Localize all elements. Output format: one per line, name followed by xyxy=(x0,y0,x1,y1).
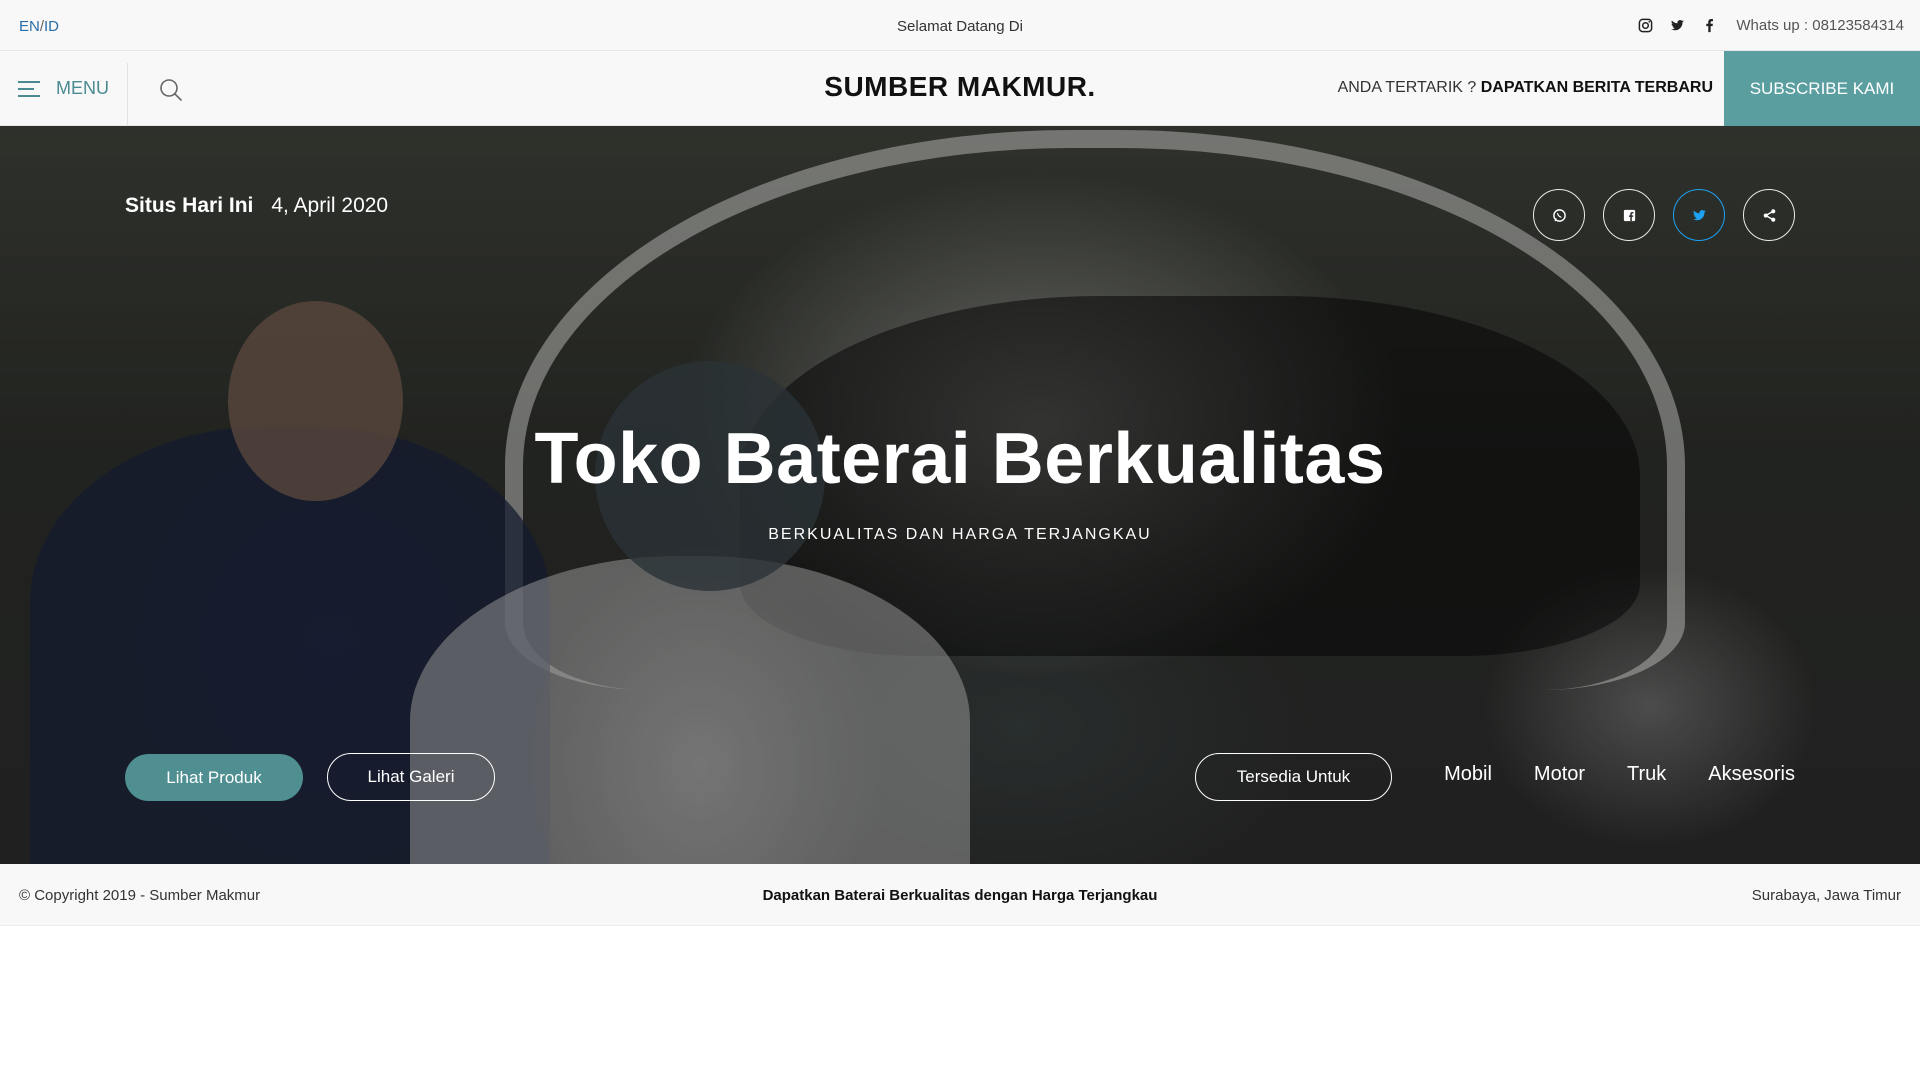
date-value: 4, April 2020 xyxy=(271,194,389,217)
footer-tagline: Dapatkan Baterai Berkualitas dengan Harg… xyxy=(762,887,1158,904)
whatsapp-icon[interactable] xyxy=(1533,189,1585,241)
facebook-icon[interactable] xyxy=(1603,189,1655,241)
newsletter-prompt: ANDA TERTARIK ? DAPATKAN BERITA TERBARU xyxy=(1338,79,1713,97)
newsletter-link[interactable]: DAPATKAN BERITA TERBARU xyxy=(1481,79,1713,96)
facebook-icon[interactable] xyxy=(1700,16,1718,34)
header-divider xyxy=(127,63,128,125)
subscribe-button[interactable]: SUBSCRIBE KAMI xyxy=(1724,51,1920,126)
menu-label: MENU xyxy=(56,78,109,98)
main-header: MENU SUMBER MAKMUR. ANDA TERTARIK ? DAPA… xyxy=(0,51,1920,126)
available-for-button[interactable]: Tersedia Untuk xyxy=(1195,753,1392,801)
welcome-text: Selamat Datang Di xyxy=(897,18,1023,35)
newsletter-prefix: ANDA TERTARIK ? xyxy=(1337,79,1481,96)
category-truk[interactable]: Truk xyxy=(1627,763,1666,786)
top-bar: EN/ID Selamat Datang Di Whats up : 08123… xyxy=(0,0,1920,51)
category-motor[interactable]: Motor xyxy=(1534,763,1585,786)
logo-text[interactable]: SUMBER MAKMUR. xyxy=(824,71,1095,102)
category-links: Mobil Motor Truk Aksesoris xyxy=(1444,763,1795,786)
view-gallery-button[interactable]: Lihat Galeri xyxy=(327,753,495,801)
copyright-text: © Copyright 2019 - Sumber Makmur xyxy=(19,887,261,904)
share-buttons xyxy=(1533,189,1795,241)
social-links: Whats up : 08123584314 xyxy=(1636,16,1904,34)
category-aksesoris[interactable]: Aksesoris xyxy=(1708,763,1795,786)
lang-id-link[interactable]: ID xyxy=(44,18,59,35)
twitter-icon[interactable] xyxy=(1668,16,1686,34)
hero-section: Situs Hari Ini 4, April 2020 Toko Batera… xyxy=(0,126,1920,864)
location-text: Surabaya, Jawa Timur xyxy=(1751,887,1901,904)
hamburger-icon xyxy=(18,80,40,97)
language-switcher: EN/ID xyxy=(19,18,59,35)
share-icon[interactable] xyxy=(1743,189,1795,241)
search-icon[interactable] xyxy=(158,77,184,103)
lang-en-link[interactable]: EN xyxy=(19,18,40,35)
date-label: Situs Hari Ini xyxy=(125,194,254,217)
date-row: Situs Hari Ini 4, April 2020 xyxy=(125,194,388,218)
category-mobil[interactable]: Mobil xyxy=(1444,763,1492,786)
instagram-icon[interactable] xyxy=(1636,16,1654,34)
twitter-icon[interactable] xyxy=(1673,189,1725,241)
menu-button[interactable]: MENU xyxy=(18,51,109,126)
footer-bar: © Copyright 2019 - Sumber Makmur Dapatka… xyxy=(0,864,1920,926)
whatsapp-number[interactable]: Whats up : 08123584314 xyxy=(1736,17,1904,34)
view-products-button[interactable]: Lihat Produk xyxy=(125,754,303,801)
